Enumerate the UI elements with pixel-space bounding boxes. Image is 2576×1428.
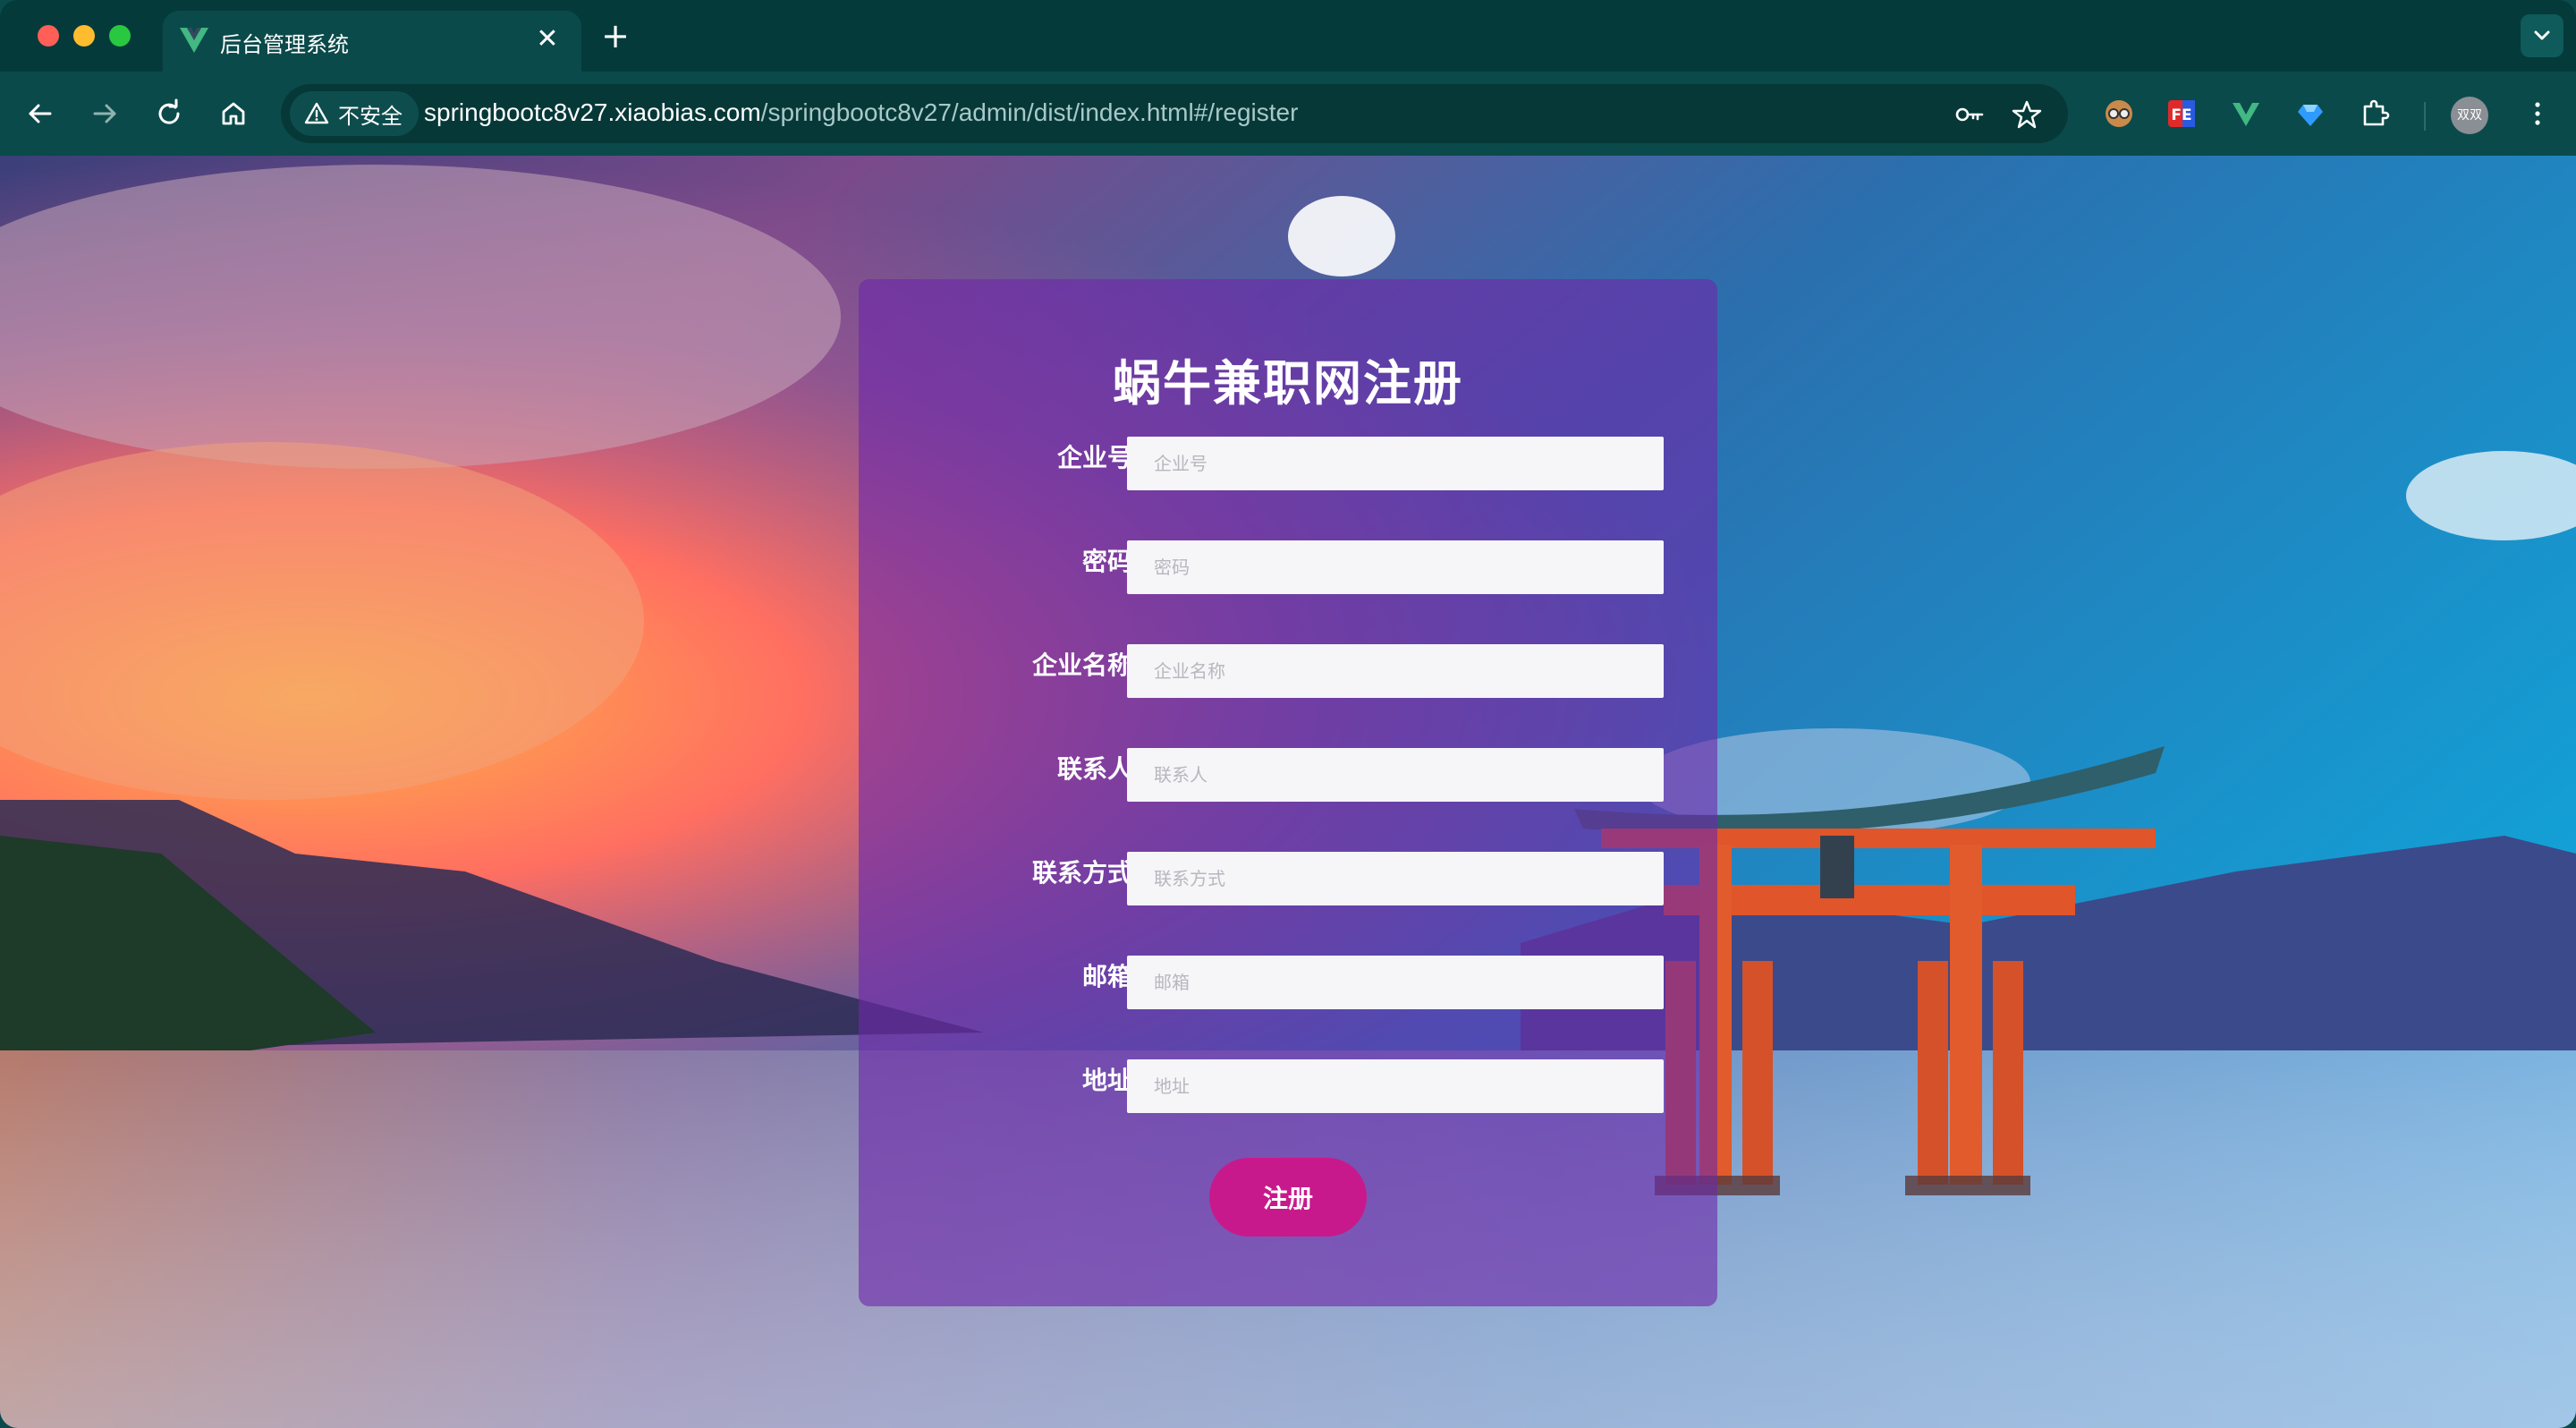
field-enterprise-name: 企业名称: [859, 644, 1717, 698]
field-contact-phone: 联系方式: [859, 852, 1717, 905]
reload-button[interactable]: [147, 91, 191, 136]
glasses-extension-icon: [2106, 100, 2132, 127]
extension-diamond[interactable]: [2288, 91, 2333, 136]
password-key-button[interactable]: [1953, 98, 1986, 131]
fe-helper-icon: FE: [2168, 100, 2195, 127]
site-security-chip[interactable]: 不安全: [290, 91, 419, 136]
contact-person-input[interactable]: [1127, 748, 1664, 802]
tab-strip: 后台管理系统 ✕ +: [0, 0, 2576, 72]
forward-arrow-icon: [93, 104, 116, 123]
field-password: 密码: [859, 540, 1717, 594]
field-label-enterprise-name: 企业名称: [1031, 650, 1132, 680]
register-card: 蜗牛兼职网注册 企业号 密码 企业名称 联系人 联系方式: [859, 279, 1717, 1306]
extension-vue-devtools[interactable]: [2224, 91, 2268, 136]
diamond-extension-icon: [2298, 105, 2323, 126]
home-button[interactable]: [211, 91, 256, 136]
field-label-contact-person: 联系人: [1056, 754, 1132, 784]
email-input[interactable]: [1127, 956, 1664, 1009]
forward-button[interactable]: [82, 91, 127, 136]
browser-window: 后台管理系统 ✕ + 不安全 springbootc8v27.xiaobias.…: [0, 0, 2576, 1428]
field-label-address: 地址: [1081, 1066, 1132, 1095]
field-label-contact-phone: 联系方式: [1031, 858, 1132, 888]
contact-phone-input[interactable]: [1127, 852, 1664, 905]
tab-close-icon[interactable]: ✕: [530, 21, 565, 57]
address-bar[interactable]: 不安全 springbootc8v27.xiaobias.com/springb…: [281, 84, 2068, 143]
browser-toolbar: 不安全 springbootc8v27.xiaobias.com/springb…: [0, 72, 2576, 156]
vue-devtools-icon: [2233, 103, 2259, 126]
enterprise-name-input[interactable]: [1127, 644, 1664, 698]
register-button[interactable]: 注册: [1209, 1158, 1367, 1237]
toolbar-divider: [2424, 102, 2426, 131]
browser-menu-button[interactable]: [2515, 91, 2560, 136]
close-window-button[interactable]: [38, 25, 59, 47]
warning-triangle-icon: [304, 102, 329, 124]
kebab-menu-icon: [2535, 102, 2540, 125]
field-enterprise-id: 企业号: [859, 437, 1717, 490]
minimize-window-button[interactable]: [73, 25, 95, 47]
field-email: 邮箱: [859, 956, 1717, 1009]
vue-logo-icon: [180, 28, 208, 53]
active-tab[interactable]: 后台管理系统 ✕: [163, 11, 581, 72]
page-viewport: 蜗牛兼职网注册 企业号 密码 企业名称 联系人 联系方式: [0, 156, 2576, 1428]
back-button[interactable]: [18, 91, 63, 136]
extensions-puzzle-icon: [2363, 99, 2390, 126]
enterprise-id-input[interactable]: [1127, 437, 1664, 490]
field-label-email: 邮箱: [1081, 962, 1132, 991]
chevron-down-icon: [2534, 30, 2550, 40]
home-icon: [222, 102, 245, 125]
back-arrow-icon: [29, 104, 52, 123]
field-label-password: 密码: [1081, 547, 1132, 576]
field-address: 地址: [859, 1059, 1717, 1113]
reload-icon: [158, 98, 180, 124]
field-contact-person: 联系人: [859, 748, 1717, 802]
register-title: 蜗牛兼职网注册: [1113, 355, 1463, 412]
security-label: 不安全: [338, 103, 402, 129]
url-text[interactable]: springbootc8v27.xiaobias.com/springbootc…: [424, 98, 1298, 127]
extension-spy[interactable]: [2097, 91, 2141, 136]
profile-avatar[interactable]: 双双: [2451, 97, 2488, 134]
field-label-enterprise-id: 企业号: [1056, 443, 1132, 472]
bookmark-star-icon: [2012, 100, 2042, 129]
extensions-button[interactable]: [2352, 91, 2397, 136]
tab-search-button[interactable]: [2521, 14, 2563, 57]
tab-title: 后台管理系统: [220, 32, 349, 57]
extension-fe-helper[interactable]: FE: [2159, 91, 2204, 136]
new-tab-button[interactable]: +: [596, 16, 635, 55]
password-input[interactable]: [1127, 540, 1664, 594]
url-host: springbootc8v27.xiaobias.com: [424, 98, 761, 126]
maximize-window-button[interactable]: [109, 25, 131, 47]
address-input[interactable]: [1127, 1059, 1664, 1113]
url-path: /springbootc8v27/admin/dist/index.html#/…: [760, 98, 1299, 126]
svg-text:FE: FE: [2171, 106, 2191, 124]
bookmark-button[interactable]: [2011, 98, 2043, 131]
password-key-icon: [1955, 107, 1984, 122]
